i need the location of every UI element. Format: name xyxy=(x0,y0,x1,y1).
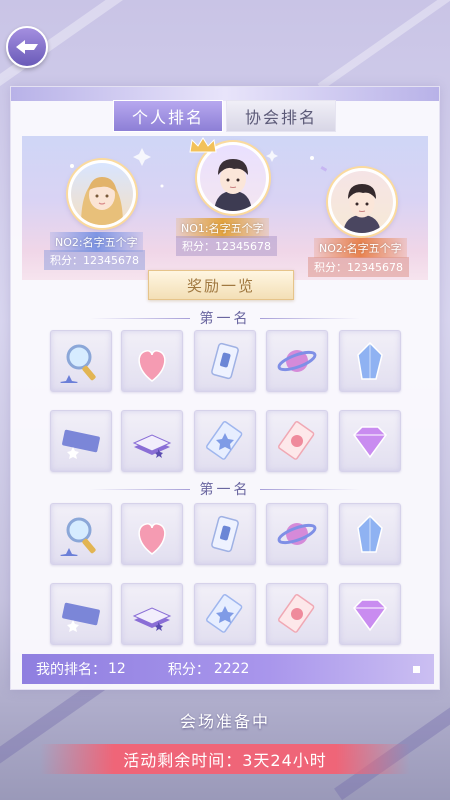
reward-slot[interactable] xyxy=(121,583,183,645)
heart-gem-icon xyxy=(138,350,166,382)
girl-portrait-icon xyxy=(81,177,123,225)
rank-name-right: NO2:名字五个字 xyxy=(314,238,407,258)
heart-gem-icon xyxy=(138,523,166,555)
tab-guild-ranking[interactable]: 协会排名 xyxy=(226,100,336,132)
back-arrow-icon xyxy=(16,40,38,54)
book-icon xyxy=(132,434,172,458)
potion-card-icon xyxy=(211,342,239,380)
avatar-rank-2-left[interactable] xyxy=(68,160,136,228)
my-rank-bar: 我的排名： 12 积分： 2222 xyxy=(22,654,434,684)
reward-overview-button[interactable]: 奖励一览 xyxy=(148,270,294,300)
my-score-label: 积分： xyxy=(167,662,210,678)
section-divider xyxy=(260,318,360,319)
section-title-1: 第一名 xyxy=(199,311,251,327)
reward-slot[interactable] xyxy=(50,503,112,565)
reward-slot[interactable] xyxy=(194,410,256,472)
back-button[interactable] xyxy=(6,26,48,68)
rank-score-center: 积分：12345678 xyxy=(176,236,277,256)
tab-personal-ranking[interactable]: 个人排名 xyxy=(113,100,223,132)
reward-slot[interactable] xyxy=(339,410,401,472)
reward-slot[interactable] xyxy=(266,330,328,392)
panel-header-strip xyxy=(11,87,439,101)
reward-slot[interactable] xyxy=(339,583,401,645)
rank-score-left: 积分：12345678 xyxy=(44,250,145,270)
reward-slot[interactable] xyxy=(121,503,183,565)
bg-streak xyxy=(317,0,450,91)
rose-card-icon xyxy=(278,421,315,460)
rose-card-icon xyxy=(278,594,315,633)
planet-orb-icon xyxy=(277,523,317,545)
ticket-icon xyxy=(62,602,100,632)
magnifier-icon xyxy=(60,344,96,383)
section-title-2: 第一名 xyxy=(199,482,251,498)
my-rank-value: 12 xyxy=(108,661,126,677)
avatar-rank-2-right[interactable] xyxy=(328,168,396,236)
reward-slot[interactable] xyxy=(266,503,328,565)
boy-portrait-icon xyxy=(214,159,252,211)
reward-slot[interactable] xyxy=(121,410,183,472)
ticket-icon xyxy=(62,429,100,459)
more-dot-icon xyxy=(413,665,420,673)
rank-name-center: NO1:名字五个字 xyxy=(176,218,269,238)
reward-slot[interactable] xyxy=(194,503,256,565)
magnifier-icon xyxy=(60,517,96,556)
reward-slot[interactable] xyxy=(266,410,328,472)
reward-slot[interactable] xyxy=(50,410,112,472)
star-card-icon xyxy=(206,594,243,633)
section-divider xyxy=(260,489,360,490)
crystal-icon xyxy=(357,341,383,380)
reward-slot[interactable] xyxy=(339,330,401,392)
star-card-icon xyxy=(206,421,243,460)
diamond-icon xyxy=(353,426,387,459)
rank-score-right: 积分：12345678 xyxy=(308,257,409,277)
reward-slot[interactable] xyxy=(50,330,112,392)
reward-slot[interactable] xyxy=(121,330,183,392)
my-rank-label: 我的排名： xyxy=(36,662,106,678)
status-text: 会场准备中 xyxy=(179,712,270,731)
boy-portrait-icon xyxy=(343,184,381,233)
countdown-banner: 活动剩余时间：3天24小时 xyxy=(40,744,410,774)
diamond-icon xyxy=(353,599,387,632)
reward-slot[interactable] xyxy=(339,503,401,565)
rank-name-left: NO2:名字五个字 xyxy=(50,232,143,252)
reward-slot[interactable] xyxy=(266,583,328,645)
planet-orb-icon xyxy=(277,350,317,372)
potion-card-icon xyxy=(211,515,239,553)
reward-slot[interactable] xyxy=(194,583,256,645)
bg-streak xyxy=(334,673,450,800)
reward-slot[interactable] xyxy=(194,330,256,392)
crown-icon xyxy=(189,137,217,153)
crystal-icon xyxy=(357,514,383,553)
my-score-value: 2222 xyxy=(213,661,250,677)
book-icon xyxy=(132,607,172,631)
reward-slot[interactable] xyxy=(50,583,112,645)
